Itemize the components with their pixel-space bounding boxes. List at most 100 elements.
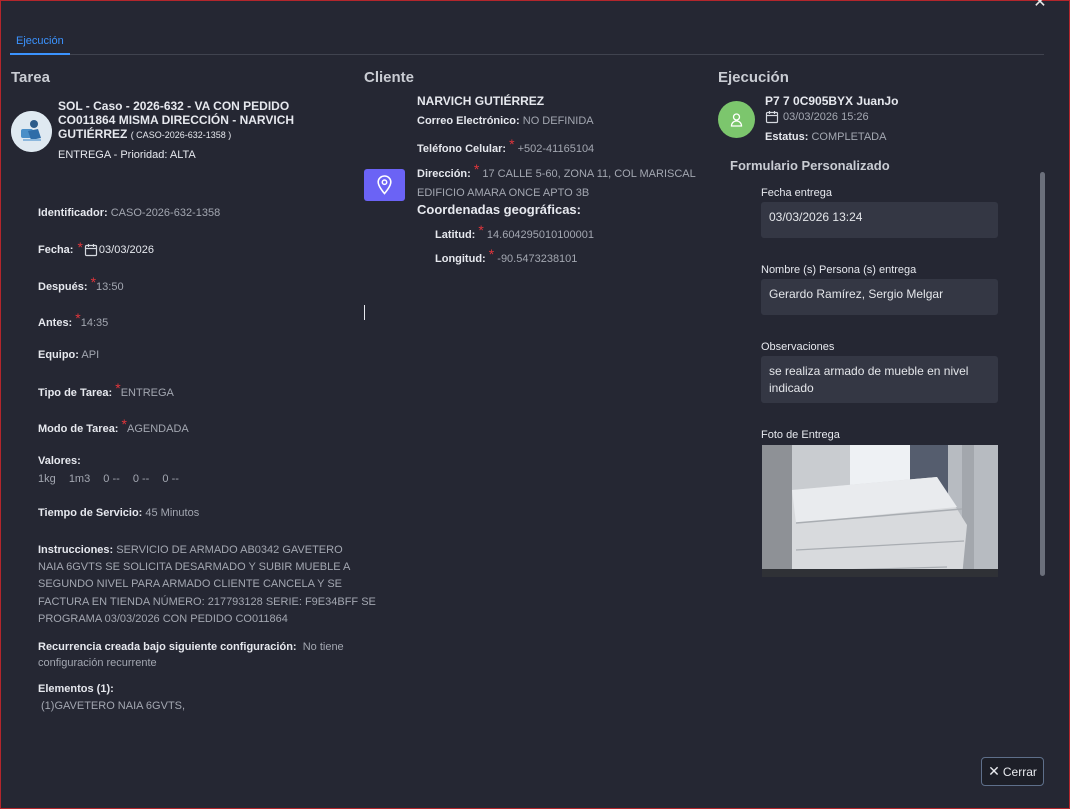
direccion-label: Dirección: — [417, 168, 471, 180]
longitud-value: -90.5473238101 — [497, 253, 578, 265]
tipo-value: ENTREGA — [120, 387, 174, 399]
fecha-entrega-field[interactable]: 03/03/2026 13:24 — [761, 202, 998, 238]
instrucciones-line: SERVICIO DE ARMADO AB0342 GAVETERO — [116, 544, 343, 556]
task-title-line: CO011864 MISMA DIRECCIÓN - NARVICH — [58, 113, 295, 127]
identificador-value: CASO-2026-632-1358 — [110, 207, 221, 219]
foto-label: Foto de Entrega — [761, 429, 840, 441]
fecha-row: Fecha: * 03/03/2026 — [38, 239, 154, 258]
latitud-row: Latitud: * 14.604295010100001 — [435, 222, 594, 241]
observaciones-field[interactable]: se realiza armado de mueble en nivel ind… — [761, 356, 998, 403]
instrucciones-block: Instrucciones: SERVICIO DE ARMADO AB0342… — [38, 542, 376, 628]
calendar-icon[interactable] — [84, 243, 98, 257]
equipo-row: Equipo: API — [38, 349, 99, 361]
tiempo-row: Tiempo de Servicio: 45 Minutos — [38, 507, 199, 519]
instrucciones-line: NAIA 6GVTS SE SOLICITA DESARMADO Y SUBIR… — [38, 561, 351, 574]
required-mark: * — [115, 380, 121, 396]
correo-value: NO DEFINIDA — [522, 115, 594, 127]
elementos-value: (1)GAVETERO NAIA 6GVTS, — [41, 700, 186, 712]
equipo-value: API — [81, 349, 100, 361]
latitud-label: Latitud: — [435, 229, 476, 241]
recurrencia-value: configuración recurrente — [38, 657, 157, 669]
telefono-label: Teléfono Celular: — [417, 143, 507, 155]
tab-bar: Ejecución — [10, 30, 1044, 55]
instrucciones-line: FACTURA EN TIENDA NÚMERO: 217793128 SERI… — [38, 595, 376, 608]
agent-name: P7 7 0C905BYX JuanJo — [765, 94, 899, 108]
elementos-label: Elementos (1): — [38, 683, 114, 695]
task-code: ( CASO-2026-632-1358 ) — [130, 130, 232, 140]
agent-avatar — [718, 101, 755, 138]
user-icon — [730, 113, 743, 127]
modo-row: Modo de Tarea: *AGENDADA — [38, 416, 189, 435]
required-mark: * — [77, 239, 83, 255]
cerrar-label: Cerrar — [1002, 765, 1037, 779]
tiempo-label: Tiempo de Servicio: — [38, 507, 143, 519]
antes-label: Antes: — [38, 317, 73, 329]
instrucciones-line: PROGRAMA 03/03/2026 CON PEDIDO CO011864 — [38, 612, 288, 625]
required-mark: * — [478, 222, 484, 238]
cliente-name: NARVICH GUTIÉRREZ — [417, 94, 545, 108]
valor-item: 0 -- — [132, 473, 150, 485]
instrucciones-line: SEGUNDO NIVEL PARA ARMADO CLIENTE CANCEL… — [38, 578, 343, 591]
tipo-row: Tipo de Tarea: *ENTREGA — [38, 380, 174, 399]
required-mark: * — [509, 136, 515, 152]
despues-label: Después: — [38, 281, 88, 293]
persona-label: Nombre (s) Persona (s) entrega — [761, 264, 917, 276]
identificador-label: Identificador: — [38, 207, 108, 219]
modo-label: Modo de Tarea: — [38, 423, 119, 435]
tarea-heading: Tarea — [11, 69, 50, 86]
correo-row: Correo Electrónico: NO DEFINIDA — [417, 115, 594, 127]
form-title: Formulario Personalizado — [730, 158, 890, 173]
close-icon[interactable]: ✕ — [1031, 0, 1049, 12]
equipo-label: Equipo: — [38, 349, 79, 361]
longitud-row: Longitud: * -90.5473238101 — [435, 246, 578, 265]
task-subtitle: ENTREGA - Prioridad: ALTA — [58, 149, 196, 161]
task-title-line: SOL - Caso - 2026-632 - VA CON PEDIDO — [58, 99, 290, 113]
delivery-photo[interactable] — [762, 445, 998, 577]
direccion-value: 17 CALLE 5-60, ZONA 11, COL MARISCAL — [482, 168, 696, 180]
close-icon: ✕ — [988, 763, 1000, 779]
valor-item: 1kg — [38, 473, 56, 485]
required-mark: * — [75, 310, 81, 326]
antes-value: 14:35 — [80, 317, 109, 329]
valor-item: 1m3 — [68, 473, 91, 485]
telefono-value: +502-41165104 — [517, 143, 595, 155]
identificador-row: Identificador: CASO-2026-632-1358 — [38, 207, 220, 219]
required-mark: * — [473, 161, 480, 177]
direccion-block: Dirección: * 17 CALLE 5-60, ZONA 11, COL… — [417, 161, 696, 203]
antes-row: Antes: *14:35 — [38, 310, 109, 329]
map-pin-icon — [377, 175, 392, 195]
recurrencia-value: No tiene — [302, 641, 344, 653]
task-title: SOL - Caso - 2026-632 - VA CON PEDIDO CO… — [58, 99, 348, 142]
ejecucion-heading: Ejecución — [718, 69, 789, 86]
fecha-value: 03/03/2026 — [98, 244, 154, 256]
estatus-label: Estatus: — [765, 131, 809, 143]
persona-field[interactable]: Gerardo Ramírez, Sergio Melgar — [761, 279, 998, 315]
tab-ejecucion[interactable]: Ejecución — [10, 30, 70, 55]
location-button[interactable] — [364, 169, 405, 201]
tiempo-value: 45 Minutos — [145, 507, 200, 519]
estatus-value: COMPLETADA — [811, 131, 887, 143]
scrollbar[interactable] — [1040, 172, 1045, 576]
instrucciones-label: Instrucciones: — [38, 544, 114, 556]
required-mark: * — [488, 246, 495, 262]
despues-row: Después: *13:50 — [38, 274, 124, 293]
estatus-row: Estatus: COMPLETADA — [765, 131, 886, 143]
correo-label: Correo Electrónico: — [417, 115, 520, 127]
cerrar-button[interactable]: ✕ Cerrar — [981, 757, 1044, 786]
longitud-label: Longitud: — [435, 253, 486, 265]
fecha-label: Fecha: — [38, 244, 74, 256]
valores-label: Valores: — [38, 455, 81, 467]
calendar-icon — [765, 111, 779, 124]
telefono-row: Teléfono Celular: * +502-41165104 — [417, 136, 595, 155]
valor-item: 0 -- — [103, 473, 120, 485]
fecha-entrega-label: Fecha entrega — [761, 187, 832, 199]
valores-list: 1kg 1m3 0 -- 0 -- 0 -- — [38, 473, 179, 485]
recurrencia-block: Recurrencia creada bajo siguiente config… — [38, 639, 344, 671]
coords-heading: Coordenadas geográficas: — [417, 202, 581, 217]
cliente-heading: Cliente — [364, 69, 415, 86]
text-cursor — [364, 305, 365, 320]
exec-datetime: 03/03/2026 15:26 — [783, 111, 869, 123]
latitud-value: 14.604295010100001 — [486, 229, 594, 241]
tipo-label: Tipo de Tarea: — [38, 387, 113, 399]
task-title-line: GUTIÉRREZ — [58, 127, 128, 141]
